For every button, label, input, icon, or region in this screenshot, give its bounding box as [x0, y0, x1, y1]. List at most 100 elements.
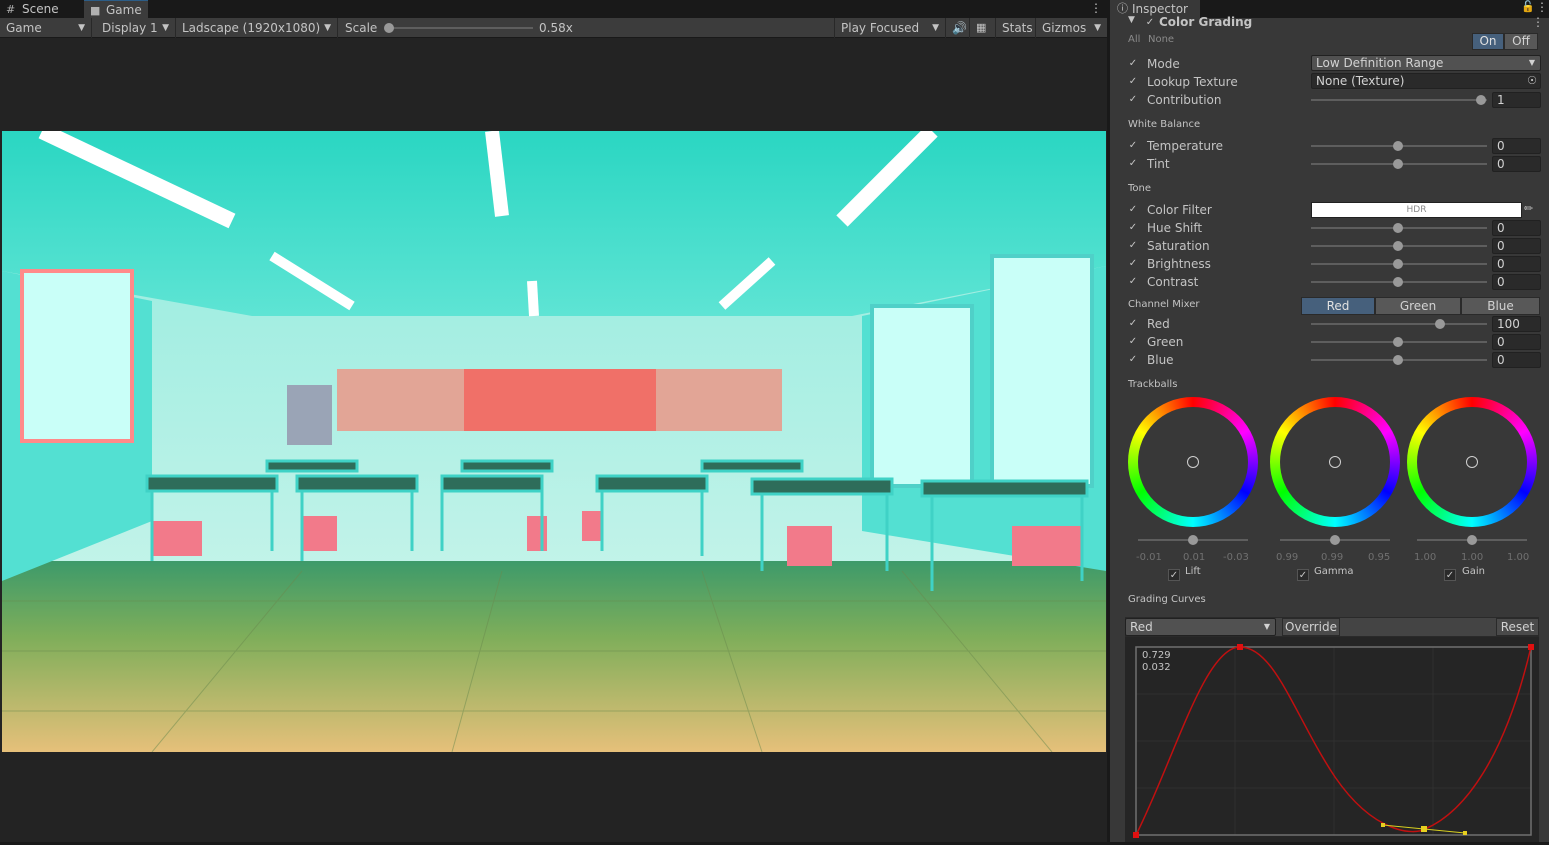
mixer-blue-checkbox[interactable]: ✓ [1127, 354, 1139, 366]
override-off-button[interactable]: Off [1504, 33, 1538, 50]
lut-value: None (Texture) [1316, 74, 1405, 88]
chevron-down-icon: ▼ [1094, 23, 1101, 33]
mode-checkbox[interactable]: ✓ [1127, 58, 1139, 70]
contrast-checkbox[interactable]: ✓ [1127, 276, 1139, 288]
color-filter-swatch[interactable]: HDR [1311, 202, 1522, 218]
lift-checkbox[interactable]: ✓ [1168, 569, 1180, 581]
chevron-down-icon: ▼ [324, 23, 331, 33]
grading-curves-header: Grading Curves [1128, 594, 1206, 605]
kebab-menu-icon[interactable]: ⋮ [1090, 1, 1102, 15]
game-view-dropdown[interactable]: Game ▼ [0, 18, 92, 38]
mixer-tab-blue[interactable]: Blue [1461, 297, 1540, 315]
component-title: Color Grading [1159, 15, 1253, 29]
mixer-red-slider-track[interactable] [1311, 323, 1487, 325]
mixer-tab-green[interactable]: Green [1375, 297, 1461, 315]
gamma-slider-handle[interactable] [1330, 535, 1340, 545]
lut-label: Lookup Texture [1147, 75, 1238, 89]
tab-scene[interactable]: # Scene [0, 0, 80, 18]
foldout-arrow-icon[interactable]: ▼ [1128, 15, 1135, 25]
tint-field[interactable]: 0 [1492, 156, 1541, 172]
hue-shift-checkbox[interactable]: ✓ [1127, 222, 1139, 234]
brightness-checkbox[interactable]: ✓ [1127, 258, 1139, 270]
brightness-slider-handle[interactable] [1393, 259, 1403, 269]
gamma-trackball-handle[interactable] [1329, 456, 1341, 468]
curve-editor[interactable]: 0.729 0.032 [1125, 637, 1539, 842]
curve-readout-y: 0.032 [1142, 662, 1171, 673]
contrast-field[interactable]: 0 [1492, 274, 1541, 290]
tint-slider-handle[interactable] [1393, 159, 1403, 169]
tab-game[interactable]: ■ Game [84, 0, 148, 18]
gamma-trackball[interactable] [1270, 397, 1400, 527]
gamma-checkbox[interactable]: ✓ [1297, 569, 1309, 581]
contribution-slider-handle[interactable] [1476, 95, 1486, 105]
temperature-slider-handle[interactable] [1393, 141, 1403, 151]
gamma-value-g: 0.99 [1321, 552, 1344, 563]
brightness-field[interactable]: 0 [1492, 256, 1541, 272]
mixer-red-slider-handle[interactable] [1435, 319, 1445, 329]
contribution-field[interactable]: 1 [1492, 92, 1541, 108]
lift-slider-handle[interactable] [1188, 535, 1198, 545]
color-filter-checkbox[interactable]: ✓ [1127, 204, 1139, 216]
mixer-green-checkbox[interactable]: ✓ [1127, 336, 1139, 348]
curve-channel-dropdown[interactable]: Red ▼ [1125, 618, 1276, 636]
select-none-link[interactable]: None [1148, 34, 1174, 45]
hue-shift-field[interactable]: 0 [1492, 220, 1541, 236]
display-dropdown[interactable]: Display 1 ▼ [96, 18, 176, 38]
hue-shift-slider-handle[interactable] [1393, 223, 1403, 233]
temperature-field[interactable]: 0 [1492, 138, 1541, 154]
game-viewport[interactable] [2, 131, 1106, 752]
keyboard-icon[interactable]: ▦ [970, 18, 996, 38]
contribution-checkbox[interactable]: ✓ [1127, 94, 1139, 106]
tone-header: Tone [1128, 183, 1152, 194]
mixer-red-field[interactable]: 100 [1492, 316, 1541, 332]
saturation-field[interactable]: 0 [1492, 238, 1541, 254]
curve-reset-button[interactable]: Reset [1496, 618, 1539, 636]
stats-button[interactable]: Stats [996, 18, 1036, 38]
contribution-slider-track[interactable] [1311, 99, 1487, 101]
kebab-menu-icon[interactable]: ⋮ [1532, 15, 1544, 29]
display-label: Display 1 [102, 21, 158, 35]
mixer-tab-red[interactable]: Red [1301, 297, 1375, 315]
component-enabled-checkbox[interactable]: ✓ [1144, 17, 1156, 29]
lift-trackball-handle[interactable] [1187, 456, 1199, 468]
gain-checkbox[interactable]: ✓ [1444, 569, 1456, 581]
contrast-slider-handle[interactable] [1393, 277, 1403, 287]
play-focused-dropdown[interactable]: Play Focused ▼ [834, 18, 946, 38]
mixer-blue-slider-handle[interactable] [1393, 355, 1403, 365]
gain-label: Gain [1462, 566, 1485, 577]
curve-override-toggle[interactable]: Override [1282, 618, 1340, 636]
scale-slider-track[interactable] [388, 27, 533, 29]
chevron-down-icon: ▼ [932, 23, 939, 33]
lock-icon[interactable]: 🔓 [1521, 0, 1535, 13]
scene-grid-icon: # [6, 3, 16, 16]
mixer-green-slider-handle[interactable] [1393, 337, 1403, 347]
gain-trackball-handle[interactable] [1466, 456, 1478, 468]
scale-slider-handle[interactable] [384, 23, 394, 33]
mixer-red-checkbox[interactable]: ✓ [1127, 318, 1139, 330]
mixer-blue-label: Blue [1147, 353, 1174, 367]
gain-slider-handle[interactable] [1467, 535, 1477, 545]
lut-checkbox[interactable]: ✓ [1127, 76, 1139, 88]
eyedropper-icon[interactable]: ✏ [1524, 202, 1533, 215]
info-icon: ⓘ [1117, 2, 1128, 15]
kebab-menu-icon[interactable]: ⋮ [1536, 0, 1548, 14]
mode-dropdown[interactable]: Low Definition Range ▼ [1311, 55, 1541, 71]
tint-checkbox[interactable]: ✓ [1127, 158, 1139, 170]
lut-object-field[interactable]: None (Texture) ☉ [1311, 73, 1541, 89]
speaker-icon[interactable]: 🔊 [946, 18, 970, 38]
mixer-green-field[interactable]: 0 [1492, 334, 1541, 350]
classroom-render [2, 131, 1106, 752]
object-picker-icon[interactable]: ☉ [1527, 74, 1537, 88]
mixer-blue-field[interactable]: 0 [1492, 352, 1541, 368]
gain-trackball[interactable] [1407, 397, 1537, 527]
contrast-label: Contrast [1147, 275, 1199, 289]
select-all-link[interactable]: All [1128, 34, 1140, 45]
saturation-checkbox[interactable]: ✓ [1127, 240, 1139, 252]
aspect-dropdown[interactable]: Ladscape (1920x1080) ▼ [176, 18, 338, 38]
gizmos-dropdown[interactable]: Gizmos ▼ [1036, 18, 1107, 38]
override-on-button[interactable]: On [1472, 33, 1504, 50]
lift-trackball[interactable] [1128, 397, 1258, 527]
curve-graph [1133, 644, 1534, 838]
saturation-slider-handle[interactable] [1393, 241, 1403, 251]
temperature-checkbox[interactable]: ✓ [1127, 140, 1139, 152]
